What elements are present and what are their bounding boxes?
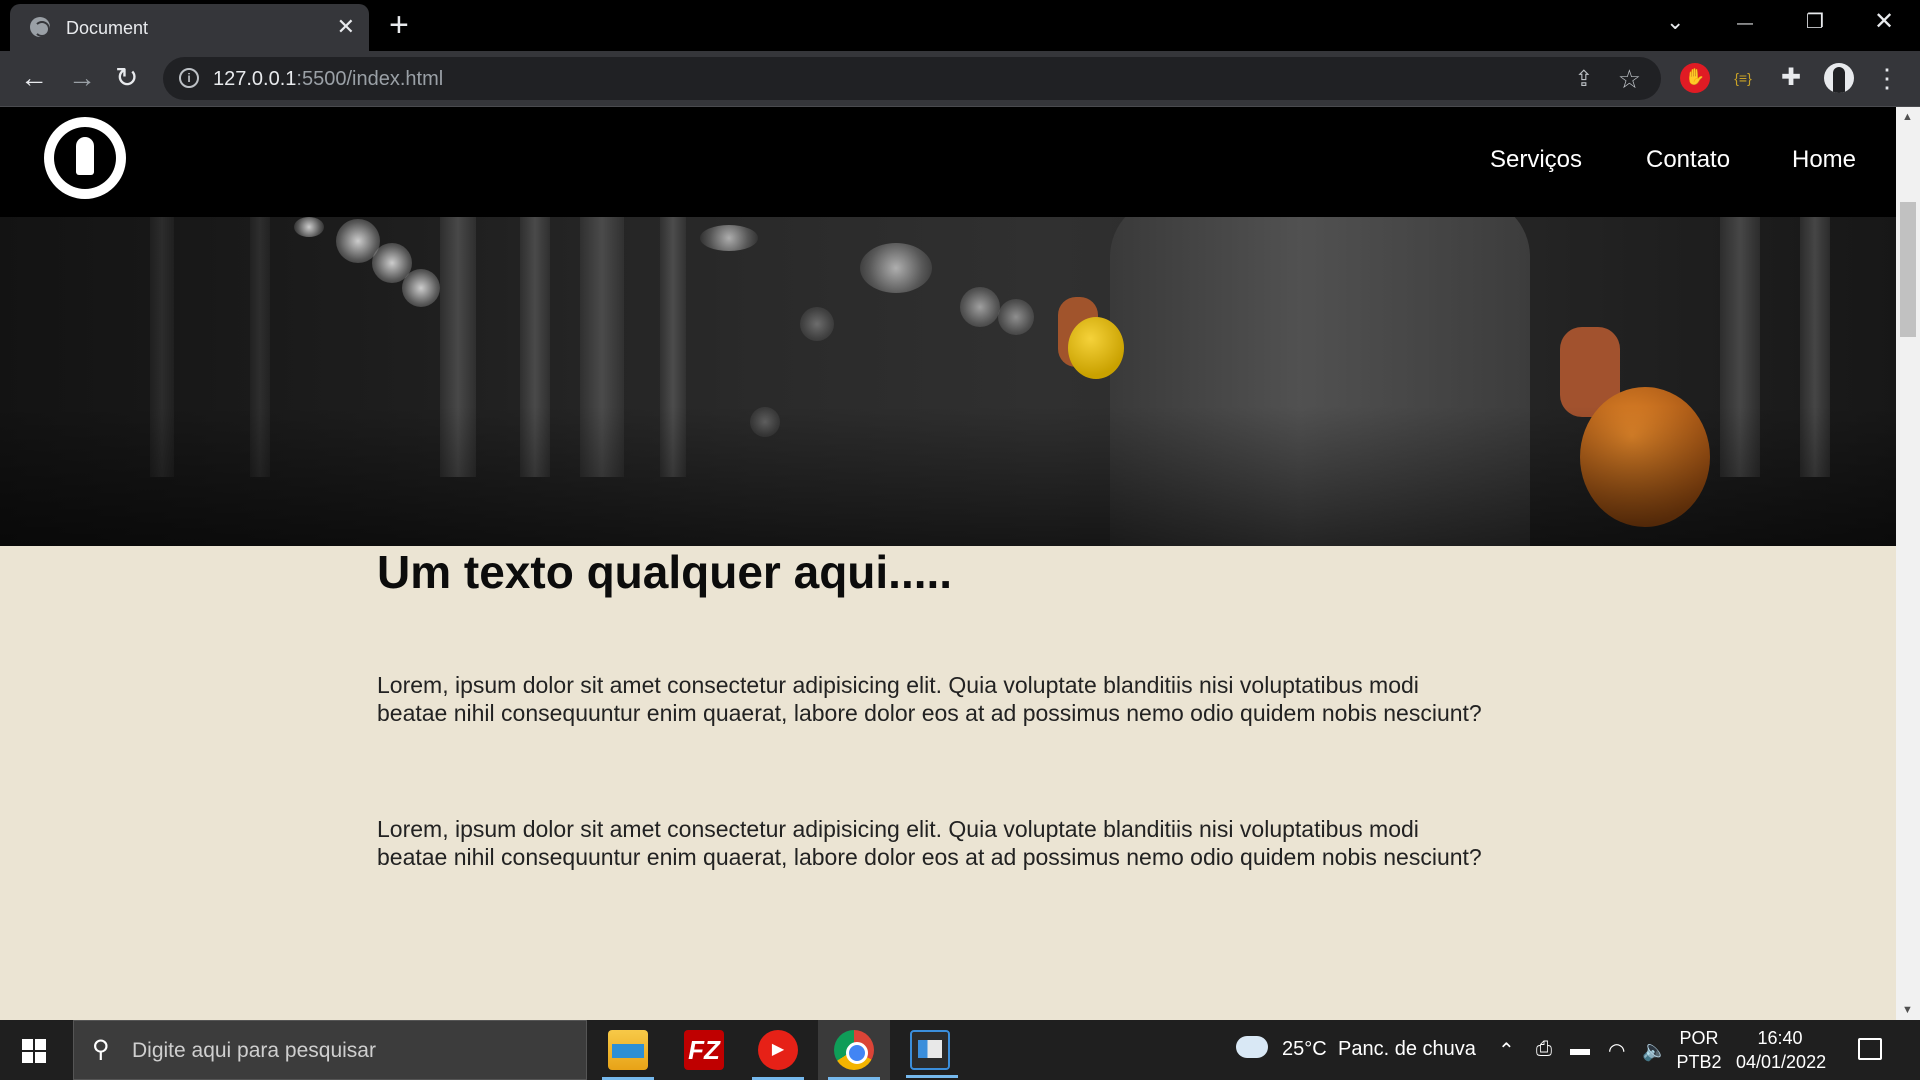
back-button[interactable]: ←	[20, 62, 48, 94]
chrome-icon[interactable]	[828, 1030, 880, 1080]
minimize-button[interactable]: —	[1737, 10, 1753, 38]
browser-menu-icon[interactable]: ⋮	[1872, 63, 1902, 93]
url-text[interactable]: 127.0.0.1:5500/index.html	[213, 68, 443, 91]
search-icon: ⚲	[92, 1036, 110, 1063]
extensions-puzzle-icon[interactable]: ✚	[1776, 63, 1806, 93]
filezilla-icon[interactable]: FZ	[684, 1030, 724, 1070]
paragraph-1: Lorem, ipsum dolor sit amet consectetur …	[377, 672, 1482, 726]
weather-description[interactable]: Panc. de chuva	[1338, 1038, 1476, 1061]
forward-button[interactable]: →	[68, 62, 96, 94]
nav-link-contato[interactable]: Contato	[1646, 146, 1730, 174]
tab-title: Document	[66, 18, 149, 38]
wifi-icon[interactable]: ◠	[1608, 1038, 1625, 1063]
reload-button[interactable]: ↻	[115, 62, 138, 94]
windows-start-icon[interactable]	[22, 1039, 46, 1063]
taskbar-search-box[interactable]: ⚲ Digite aqui para pesquisar	[73, 1020, 587, 1080]
globe-icon	[30, 17, 50, 37]
weather-temperature[interactable]: 25°C	[1282, 1038, 1327, 1061]
nav-link-servicos[interactable]: Serviços	[1490, 146, 1582, 174]
address-bar[interactable]: i 127.0.0.1:5500/index.html ⇪ ☆	[163, 57, 1661, 100]
site-logo[interactable]	[44, 117, 126, 199]
nav-link-home[interactable]: Home	[1792, 146, 1856, 174]
volume-icon[interactable]: 🔈	[1642, 1038, 1667, 1063]
page-scrollbar[interactable]: ▲ ▼	[1896, 107, 1920, 1020]
tab-search-icon[interactable]: ⌄	[1666, 8, 1684, 36]
profile-avatar[interactable]	[1824, 63, 1854, 93]
browser-toolbar: ← → ↻ i 127.0.0.1:5500/index.html ⇪ ☆ ✋ …	[0, 51, 1920, 107]
site-info-icon[interactable]: i	[179, 68, 199, 88]
file-explorer-icon[interactable]	[602, 1030, 654, 1080]
browser-tab[interactable]: Document ✕	[10, 4, 369, 51]
share-icon[interactable]: ⇪	[1575, 66, 1593, 92]
new-tab-button[interactable]: +	[389, 8, 409, 42]
scroll-down-arrow-icon[interactable]: ▼	[1902, 1004, 1913, 1016]
scrollbar-thumb[interactable]	[1900, 202, 1916, 337]
show-hidden-icons-chevron-icon[interactable]: ⌃	[1498, 1038, 1515, 1063]
battery-icon[interactable]: ▬	[1570, 1038, 1590, 1061]
hero-image	[0, 217, 1896, 546]
scroll-up-arrow-icon[interactable]: ▲	[1902, 111, 1913, 123]
system-clock[interactable]: 16:40 04/01/2022	[1736, 1026, 1826, 1074]
meet-now-icon[interactable]: ⎙	[1536, 1038, 1552, 1061]
bookmark-star-icon[interactable]: ☆	[1618, 64, 1641, 95]
close-window-button[interactable]: ✕	[1874, 8, 1894, 36]
tab-close-icon[interactable]: ✕	[337, 15, 355, 39]
notification-center-icon[interactable]	[1858, 1038, 1882, 1060]
paragraph-2: Lorem, ipsum dolor sit amet consectetur …	[377, 816, 1482, 870]
page-heading: Um texto qualquer aqui.....	[377, 546, 953, 598]
code-extension-icon[interactable]: {≡}	[1728, 63, 1758, 93]
language-indicator[interactable]: POR PTB2	[1676, 1026, 1722, 1074]
browser-tab-strip: Document ✕ + ⌄ — ❐ ✕	[0, 0, 1920, 51]
app-window-icon[interactable]	[906, 1030, 958, 1078]
adblock-extension-icon[interactable]: ✋	[1680, 63, 1710, 93]
restore-button[interactable]: ❐	[1806, 8, 1824, 36]
search-placeholder: Digite aqui para pesquisar	[132, 1039, 376, 1062]
youtube-music-icon[interactable]: ▶	[752, 1030, 804, 1080]
windows-taskbar: ⚲ Digite aqui para pesquisar FZ ▶ 25°C P…	[0, 1020, 1920, 1080]
page-viewport: Serviços Contato Home Um texto qualquer …	[0, 107, 1896, 1020]
site-header: Serviços Contato Home	[0, 107, 1896, 217]
weather-cloud-icon[interactable]	[1236, 1028, 1268, 1058]
